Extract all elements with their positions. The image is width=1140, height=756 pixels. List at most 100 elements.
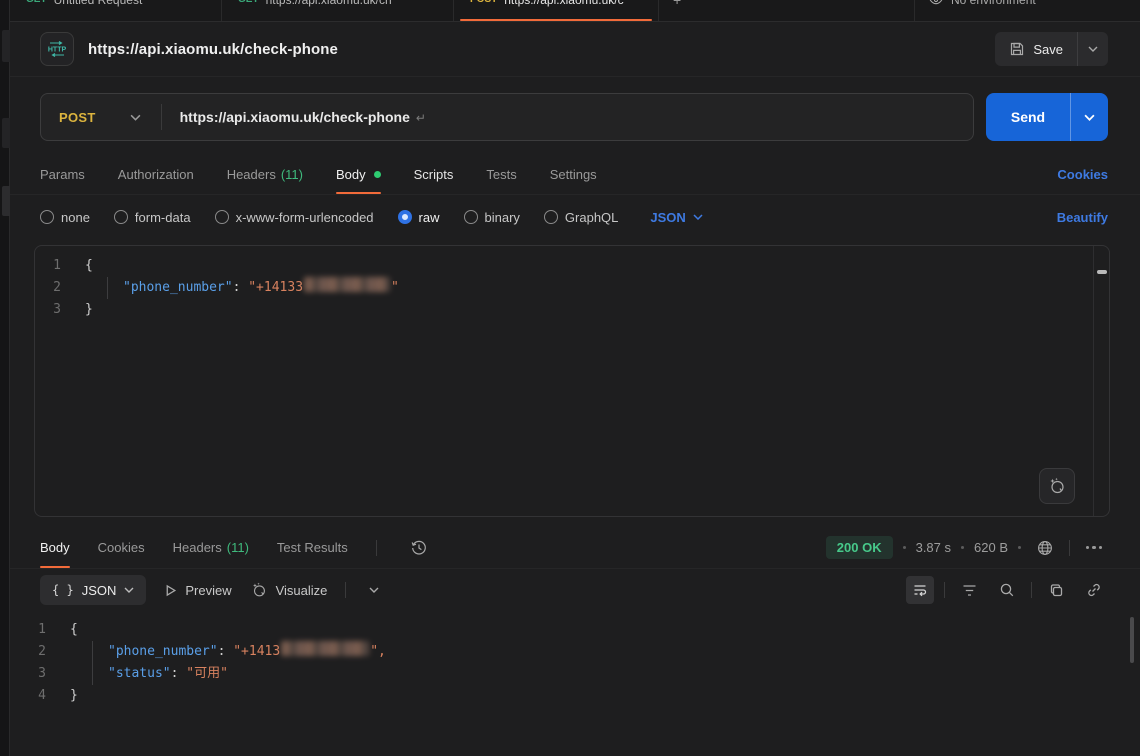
- radio-none[interactable]: none: [40, 210, 90, 225]
- redacted-phone-digits: [281, 641, 369, 656]
- send-options-button[interactable]: [1070, 93, 1108, 141]
- divider: [1031, 582, 1032, 598]
- filter-icon: [962, 584, 977, 597]
- body-modified-dot: [374, 171, 381, 178]
- tab-params[interactable]: Params: [40, 155, 85, 194]
- url-box: POST https://api.xiaomu.uk/check-phone↵: [40, 93, 974, 141]
- tab-title: https://api.xiaomu.uk/ch: [266, 0, 392, 11]
- line-number: 1: [10, 619, 70, 641]
- request-body-code: 1{ 2"phone_number": "+14133" 3}: [35, 246, 1093, 516]
- filter-button[interactable]: [955, 576, 983, 604]
- dot-separator: [1018, 546, 1021, 549]
- save-options-button[interactable]: [1077, 32, 1108, 66]
- line-number: 2: [35, 277, 85, 299]
- status-badge[interactable]: 200 OK: [826, 536, 893, 559]
- json-key: "status": [108, 663, 171, 685]
- tab-scripts[interactable]: Scripts: [414, 155, 454, 194]
- response-more-actions-button[interactable]: [1080, 534, 1108, 562]
- visualize-sparkle-icon: [250, 581, 268, 599]
- response-history-button[interactable]: [405, 534, 433, 562]
- new-tab-button[interactable]: +: [659, 0, 695, 21]
- search-button[interactable]: [993, 576, 1021, 604]
- tab-tests[interactable]: Tests: [486, 155, 516, 194]
- request-body-editor[interactable]: 1{ 2"phone_number": "+14133" 3}: [34, 245, 1110, 517]
- send-button[interactable]: Send: [986, 93, 1070, 141]
- dot-separator: [961, 546, 964, 549]
- response-format-dropdown[interactable]: { } JSON: [40, 575, 146, 605]
- body-type-row: none form-data x-www-form-urlencoded raw…: [10, 195, 1140, 239]
- radio-binary[interactable]: binary: [464, 210, 520, 225]
- response-meta: 200 OK 3.87 s 620 B: [826, 534, 1108, 562]
- response-time[interactable]: 3.87 s: [916, 540, 951, 555]
- response-size[interactable]: 620 B: [974, 540, 1008, 555]
- tab-settings[interactable]: Settings: [550, 155, 597, 194]
- beautify-link[interactable]: Beautify: [1057, 210, 1108, 225]
- sidebar-sliver: [0, 0, 10, 756]
- copy-icon: [1049, 583, 1064, 598]
- response-body-editor[interactable]: 1{ 2"phone_number": "+1413", 3"status": …: [10, 611, 1140, 756]
- network-info-button[interactable]: [1031, 534, 1059, 562]
- tab-body[interactable]: Body: [336, 155, 381, 194]
- environment-label: No environment: [951, 0, 1036, 11]
- copy-button[interactable]: [1042, 576, 1070, 604]
- wrap-text-button[interactable]: [906, 576, 934, 604]
- url-input[interactable]: https://api.xiaomu.uk/check-phone↵: [162, 109, 426, 125]
- method-label: POST: [59, 110, 96, 125]
- link-icon: [1086, 582, 1102, 598]
- chevron-down-icon: [124, 587, 134, 593]
- svg-text:HTTP: HTTP: [48, 47, 67, 54]
- tab-title: Untitled Request: [54, 0, 143, 11]
- open-tab-1[interactable]: GET Untitled Request: [10, 0, 222, 21]
- chevron-down-icon: [693, 214, 703, 220]
- json-value: "+14133: [248, 277, 303, 299]
- request-header: HTTP https://api.xiaomu.uk/check-phone S…: [10, 22, 1140, 77]
- radio-x-www-form-urlencoded[interactable]: x-www-form-urlencoded: [215, 210, 374, 225]
- postbot-sparkle-icon: [1047, 476, 1067, 496]
- radio-raw-selected[interactable]: raw: [398, 210, 440, 225]
- response-tab-test-results[interactable]: Test Results: [277, 527, 348, 568]
- sidebar-sliver-block: [2, 186, 10, 216]
- save-button-group: Save: [995, 32, 1108, 66]
- wrap-text-icon: [912, 582, 928, 598]
- radio-graphql[interactable]: GraphQL: [544, 210, 618, 225]
- response-tab-cookies[interactable]: Cookies: [98, 527, 145, 568]
- response-tab-headers[interactable]: Headers(11): [173, 527, 249, 568]
- save-label: Save: [1033, 42, 1063, 57]
- visualize-button[interactable]: Visualize: [250, 581, 328, 599]
- response-tab-body[interactable]: Body: [40, 527, 70, 568]
- json-key: "phone_number": [108, 641, 218, 663]
- sidebar-sliver-block: [2, 118, 10, 148]
- divider: [376, 540, 377, 556]
- environment-selector[interactable]: No environment: [914, 0, 1140, 21]
- request-title: https://api.xiaomu.uk/check-phone: [88, 41, 338, 58]
- method-dropdown[interactable]: POST: [41, 94, 161, 140]
- preview-button[interactable]: Preview: [164, 583, 231, 598]
- tab-headers[interactable]: Headers(11): [227, 155, 303, 194]
- link-button[interactable]: [1080, 576, 1108, 604]
- scrollbar-thumb[interactable]: [1097, 270, 1107, 274]
- postbot-button[interactable]: [1039, 468, 1075, 504]
- save-floppy-icon: [1009, 41, 1025, 57]
- raw-format-dropdown[interactable]: JSON: [650, 210, 702, 225]
- chevron-down-icon: [369, 587, 379, 593]
- tab-method: GET: [26, 0, 47, 11]
- open-tab-3-active[interactable]: POSThttps://api.xiaomu.uk/c: [454, 0, 659, 21]
- radio-icon: [464, 210, 478, 224]
- save-button[interactable]: Save: [995, 32, 1077, 66]
- response-toolbar: { } JSON Preview: [10, 569, 1140, 611]
- dot-separator: [903, 546, 906, 549]
- tab-title: https://api.xiaomu.uk/c: [504, 0, 623, 11]
- visualize-options-button[interactable]: [364, 576, 384, 604]
- json-value: "可用": [186, 663, 228, 685]
- headers-count: (11): [281, 167, 303, 182]
- history-clock-icon: [410, 539, 428, 557]
- tab-authorization[interactable]: Authorization: [118, 155, 194, 194]
- radio-icon: [114, 210, 128, 224]
- radio-form-data[interactable]: form-data: [114, 210, 191, 225]
- json-key: "phone_number": [123, 277, 233, 299]
- open-tab-2[interactable]: GEThttps://api.xiaomu.uk/ch: [222, 0, 454, 21]
- scrollbar-thumb[interactable]: [1130, 617, 1134, 663]
- editor-scrollbar[interactable]: [1093, 246, 1109, 516]
- cookies-link[interactable]: Cookies: [1057, 167, 1108, 182]
- indent-guide: [92, 641, 93, 685]
